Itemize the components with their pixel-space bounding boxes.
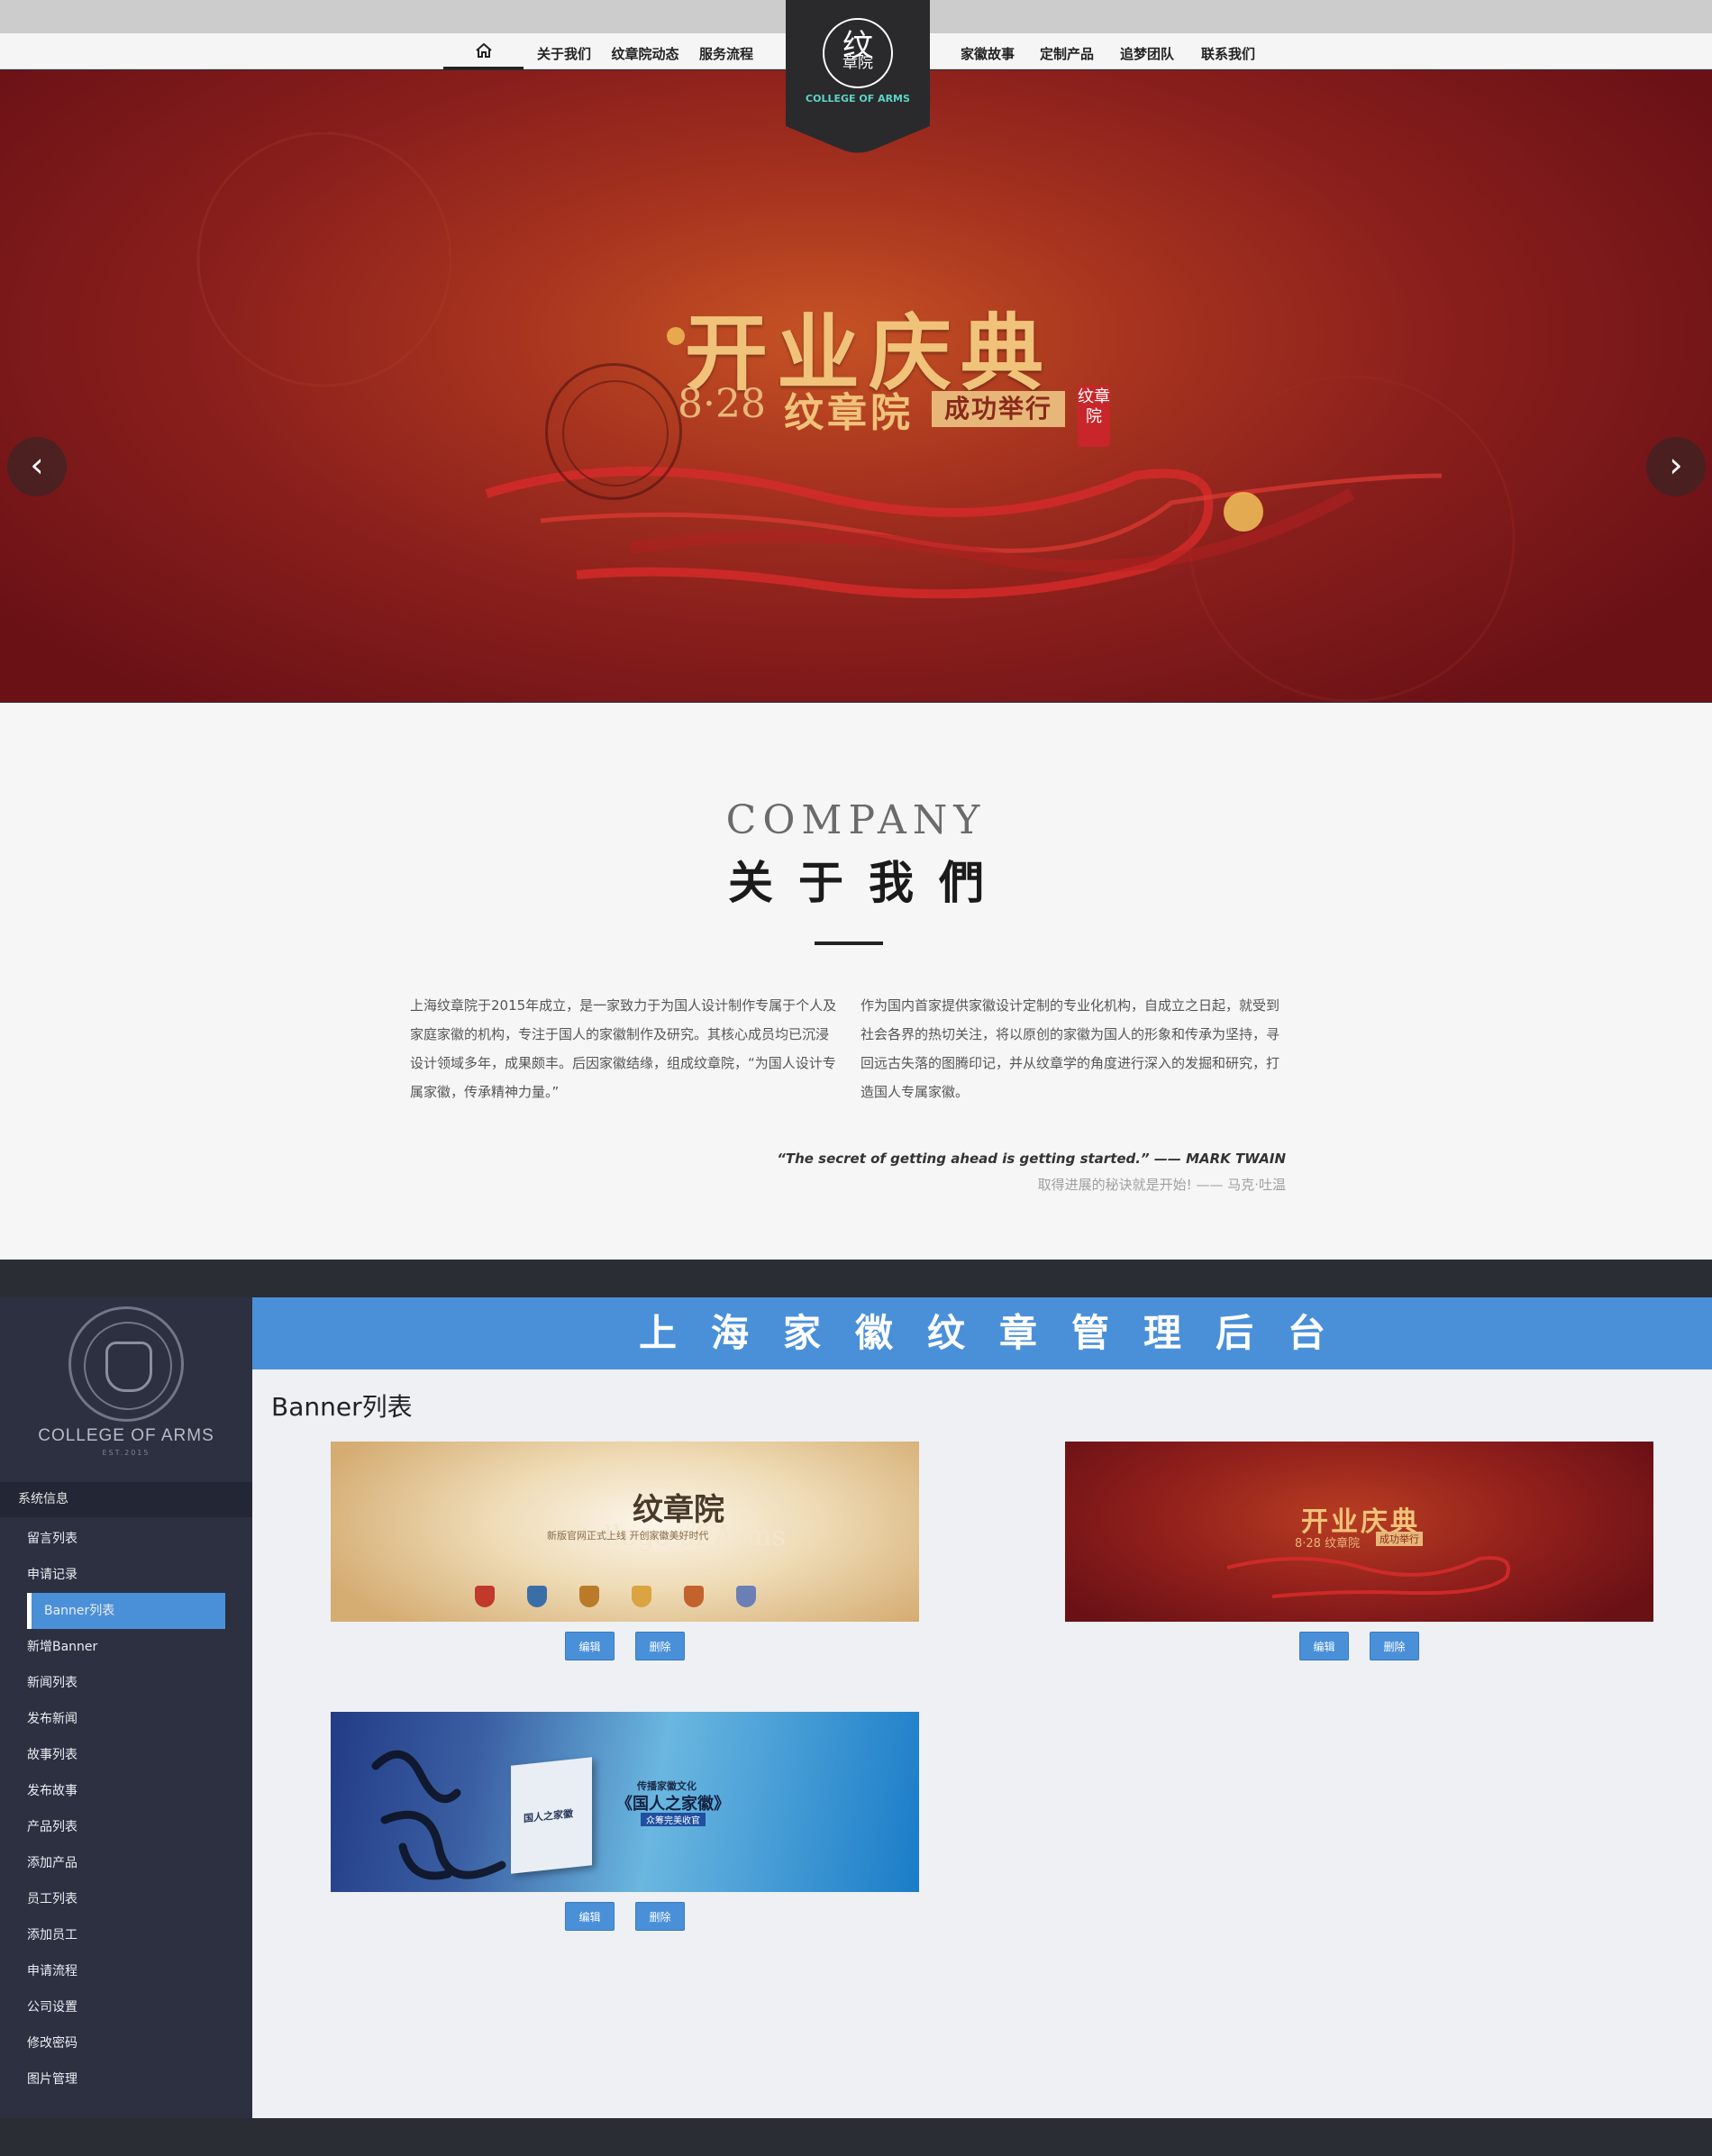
- nav-team[interactable]: 追梦团队: [1115, 33, 1179, 69]
- nav-products[interactable]: 定制产品: [1034, 33, 1099, 69]
- about-title-en: COMPANY: [725, 797, 987, 843]
- home-icon: [476, 43, 492, 58]
- sidebar-item-change-password[interactable]: 修改密码: [0, 2025, 252, 2061]
- sidebar-item-story-list[interactable]: 故事列表: [0, 1737, 252, 1773]
- about-section: COMPANY 关于我們 上海纹章院于2015年成立，是一家致力于为国人设计制作…: [0, 703, 1712, 1260]
- admin-logo-text: COLLEGE OF ARMS: [38, 1426, 214, 1445]
- calligraphy-decoration: [371, 1750, 506, 1880]
- sidebar-item-banner-list[interactable]: Banner列表: [27, 1593, 225, 1629]
- nav-stories[interactable]: 家徽故事: [955, 33, 1020, 69]
- delete-button[interactable]: 删除: [635, 1902, 685, 1931]
- admin-logo-est: EST.2015: [102, 1449, 150, 1457]
- hero-seal: 纹章院: [1078, 386, 1110, 447]
- sidebar-item-news-list[interactable]: 新闻列表: [0, 1665, 252, 1701]
- nav-about[interactable]: 关于我们: [532, 33, 596, 69]
- chevron-left-icon: ‹: [30, 445, 44, 485]
- nav-home[interactable]: [443, 33, 524, 69]
- carousel-next-button[interactable]: ›: [1646, 437, 1706, 496]
- sidebar-item-apply-process[interactable]: 申请流程: [0, 1953, 252, 1989]
- about-divider: [815, 942, 883, 945]
- quote-chinese: 取得进展的秘诀就是开始! —— 马克·吐温: [1037, 1177, 1286, 1193]
- banner-caption: 新版官网正式上线 开创家徽美好时代: [547, 1530, 709, 1542]
- sidebar-item-add-product[interactable]: 添加产品: [0, 1845, 252, 1881]
- sidebar-item-publish-news[interactable]: 发布新闻: [0, 1701, 252, 1737]
- hero-tag: 成功举行: [932, 391, 1065, 427]
- hero-name: 纹章院: [784, 390, 914, 436]
- hero-date: 8·28: [678, 381, 766, 427]
- banner-swirl-decoration: [1226, 1556, 1510, 1598]
- hero-carousel: 开业庆典 纹章院 8·28 纹章院 成功举行 ‹ ›: [0, 70, 1712, 702]
- admin-header-title: 上海家徽纹章管理后台: [252, 1297, 1712, 1369]
- sidebar-item-image-manager[interactable]: 图片管理: [0, 2061, 252, 2097]
- sidebar-menu: 留言列表 申请记录 Banner列表 新增Banner 新闻列表 发布新闻 故事…: [0, 1521, 252, 2097]
- logo-seal: 纹 章院: [823, 18, 893, 88]
- about-title-cn: 关于我們: [728, 856, 1009, 909]
- nav-news[interactable]: 纹章院动态: [606, 33, 684, 69]
- edit-button[interactable]: 编辑: [1299, 1632, 1349, 1660]
- sidebar-item-applications[interactable]: 申请记录: [0, 1557, 252, 1593]
- banner-thumbnail[interactable]: 纹章院 College of Arms 新版官网正式上线 开创家徽美好时代: [331, 1442, 919, 1622]
- logo-text: COLLEGE OF ARMS: [806, 93, 910, 105]
- nav-contact[interactable]: 联系我们: [1196, 33, 1261, 69]
- sidebar-item-add-banner[interactable]: 新增Banner: [0, 1629, 252, 1665]
- sidebar-item-add-staff[interactable]: 添加员工: [0, 1917, 252, 1953]
- admin-logo-emblem: [68, 1306, 184, 1422]
- banner-title: 《国人之家徽》: [616, 1795, 730, 1814]
- site-logo[interactable]: 纹 章院 COLLEGE OF ARMS: [786, 0, 930, 155]
- about-paragraph-right: 作为国内首家提供家徽设计定制的专业化机构，自成立之日起，就受到社会各界的热切关注…: [861, 997, 1280, 1100]
- crest-icon: [684, 1586, 704, 1607]
- about-paragraph-left: 上海纹章院于2015年成立，是一家致力于为国人设计制作专属于个人及家庭家徽的机构…: [410, 997, 837, 1100]
- nav-process[interactable]: 服务流程: [694, 33, 759, 69]
- admin-sidebar: COLLEGE OF ARMS EST.2015 系统信息 留言列表 申请记录 …: [0, 1297, 252, 2118]
- crest-icon: [736, 1586, 756, 1607]
- page-footer-band: [0, 2118, 1712, 2156]
- edit-button[interactable]: 编辑: [565, 1902, 615, 1931]
- sidebar-item-staff-list[interactable]: 员工列表: [0, 1881, 252, 1917]
- crest-icon: [579, 1586, 599, 1607]
- chevron-right-icon: ›: [1669, 445, 1683, 485]
- banner-tag: 众筹完美收官: [641, 1813, 706, 1826]
- crest-icon: [632, 1586, 651, 1607]
- quote-english: “The secret of getting ahead is getting …: [777, 1151, 1286, 1167]
- admin-main: 上海家徽纹章管理后台 Banner列表 纹章院 College of Arms …: [252, 1297, 1712, 2118]
- section-divider: [0, 1260, 1712, 1297]
- sidebar-item-publish-story[interactable]: 发布故事: [0, 1773, 252, 1809]
- banner-thumbnail[interactable]: 开业庆典 8·28 纹章院 成功举行: [1065, 1442, 1653, 1622]
- delete-button[interactable]: 删除: [635, 1632, 685, 1660]
- sidebar-section-system[interactable]: 系统信息: [0, 1482, 252, 1517]
- sidebar-item-company-settings[interactable]: 公司设置: [0, 1989, 252, 2025]
- delete-button[interactable]: 删除: [1370, 1632, 1419, 1660]
- page-title: Banner列表: [271, 1392, 413, 1422]
- carousel-prev-button[interactable]: ‹: [7, 437, 67, 496]
- edit-button[interactable]: 编辑: [565, 1632, 615, 1660]
- banner-thumbnail[interactable]: 国人之家徽 传播家徽文化 《国人之家徽》 众筹完美收官: [331, 1712, 919, 1892]
- crest-icon: [527, 1586, 547, 1607]
- crest-icon: [475, 1586, 495, 1607]
- hero-emblem: [545, 363, 682, 500]
- sidebar-item-product-list[interactable]: 产品列表: [0, 1809, 252, 1845]
- sidebar-item-messages[interactable]: 留言列表: [0, 1521, 252, 1557]
